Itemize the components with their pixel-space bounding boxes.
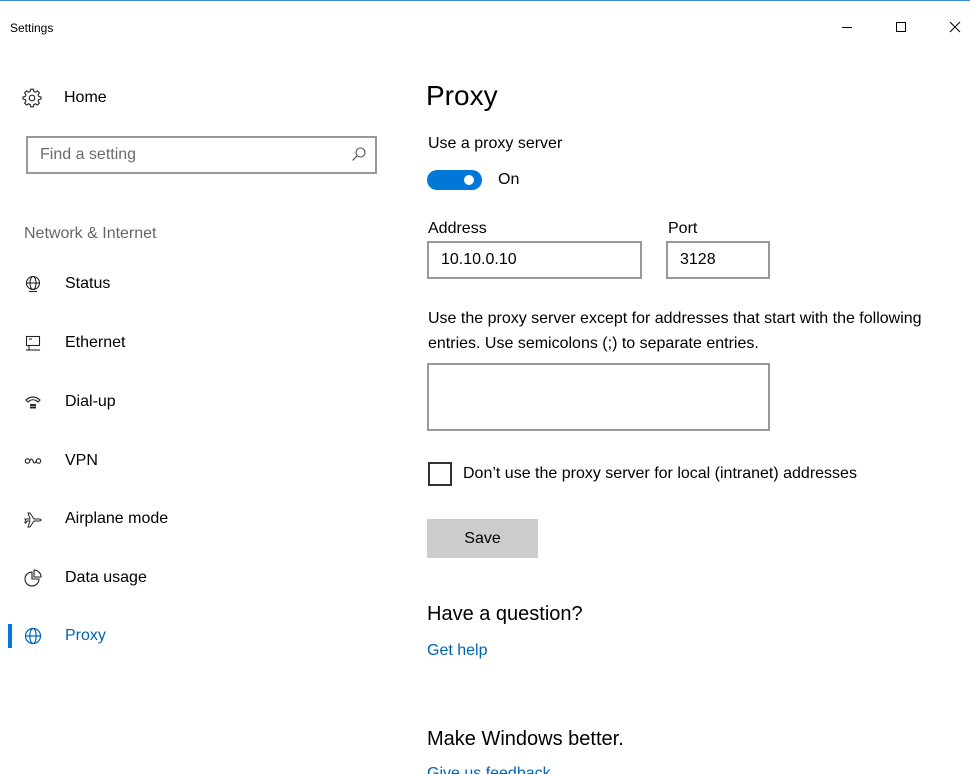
exceptions-description: Use the proxy server except for addresse… [428,310,922,352]
address-field-box[interactable] [427,241,642,279]
minimize-icon [842,27,852,28]
save-button[interactable]: Save [427,519,538,558]
toggle-state-label: On [498,171,520,188]
search-icon[interactable] [351,146,367,162]
sidebar-item-status[interactable]: Status [0,264,380,304]
sidebar-item-label: Proxy [65,627,106,644]
toggle-knob [464,175,474,185]
data-usage-icon [24,569,42,587]
sidebar-item-proxy[interactable]: Proxy [0,616,380,656]
sidebar-item-data-usage[interactable]: Data usage [0,558,380,598]
sidebar-item-vpn[interactable]: VPN [0,441,380,481]
maximize-button[interactable] [878,7,924,47]
selection-indicator [8,624,12,648]
bypass-local-checkbox[interactable] [428,462,452,486]
search-input[interactable] [40,145,340,165]
globe-icon [24,627,42,645]
window-title: Settings [10,21,54,35]
sidebar-item-label: Status [65,275,111,292]
search-box[interactable] [26,136,377,174]
port-field[interactable] [680,250,760,270]
globe-status-icon [25,275,41,293]
minimize-button[interactable] [824,7,870,47]
address-field[interactable] [441,250,631,270]
gear-icon [22,88,42,108]
dialup-icon [25,396,41,409]
sidebar-item-label: Data usage [65,569,147,586]
ethernet-icon [25,335,41,351]
address-label: Address [428,220,487,237]
sidebar-item-airplane[interactable]: Airplane mode [0,499,380,539]
page-title: Proxy [426,80,498,111]
airplane-icon [24,512,42,528]
vpn-icon [24,458,42,464]
section-label: Network & Internet [24,225,157,242]
close-button[interactable] [932,7,970,47]
sidebar-item-dialup[interactable]: Dial-up [0,382,380,422]
maximize-icon [896,22,906,32]
give-feedback-link[interactable]: Give us feedback [427,765,551,774]
nav-home[interactable]: Home [22,86,107,110]
sidebar-item-label: VPN [65,452,98,469]
port-field-box[interactable] [666,241,770,279]
port-label: Port [668,220,698,237]
exceptions-field-box[interactable] [427,363,770,431]
bypass-local-label: Don’t use the proxy server for local (in… [463,465,857,482]
nav-home-label: Home [64,89,107,106]
get-help-link[interactable]: Get help [427,642,487,660]
sidebar-item-label: Airplane mode [65,510,169,527]
sidebar-item-label: Ethernet [65,334,126,351]
exceptions-field[interactable] [441,372,759,422]
use-proxy-toggle[interactable] [427,170,482,190]
title-bar: Settings [0,1,970,46]
sidebar-item-ethernet[interactable]: Ethernet [0,323,380,363]
feedback-heading: Make Windows better. [427,728,624,750]
close-icon [949,21,961,33]
use-proxy-label: Use a proxy server [428,135,563,152]
sidebar-item-label: Dial-up [65,393,116,410]
question-heading: Have a question? [427,603,583,625]
